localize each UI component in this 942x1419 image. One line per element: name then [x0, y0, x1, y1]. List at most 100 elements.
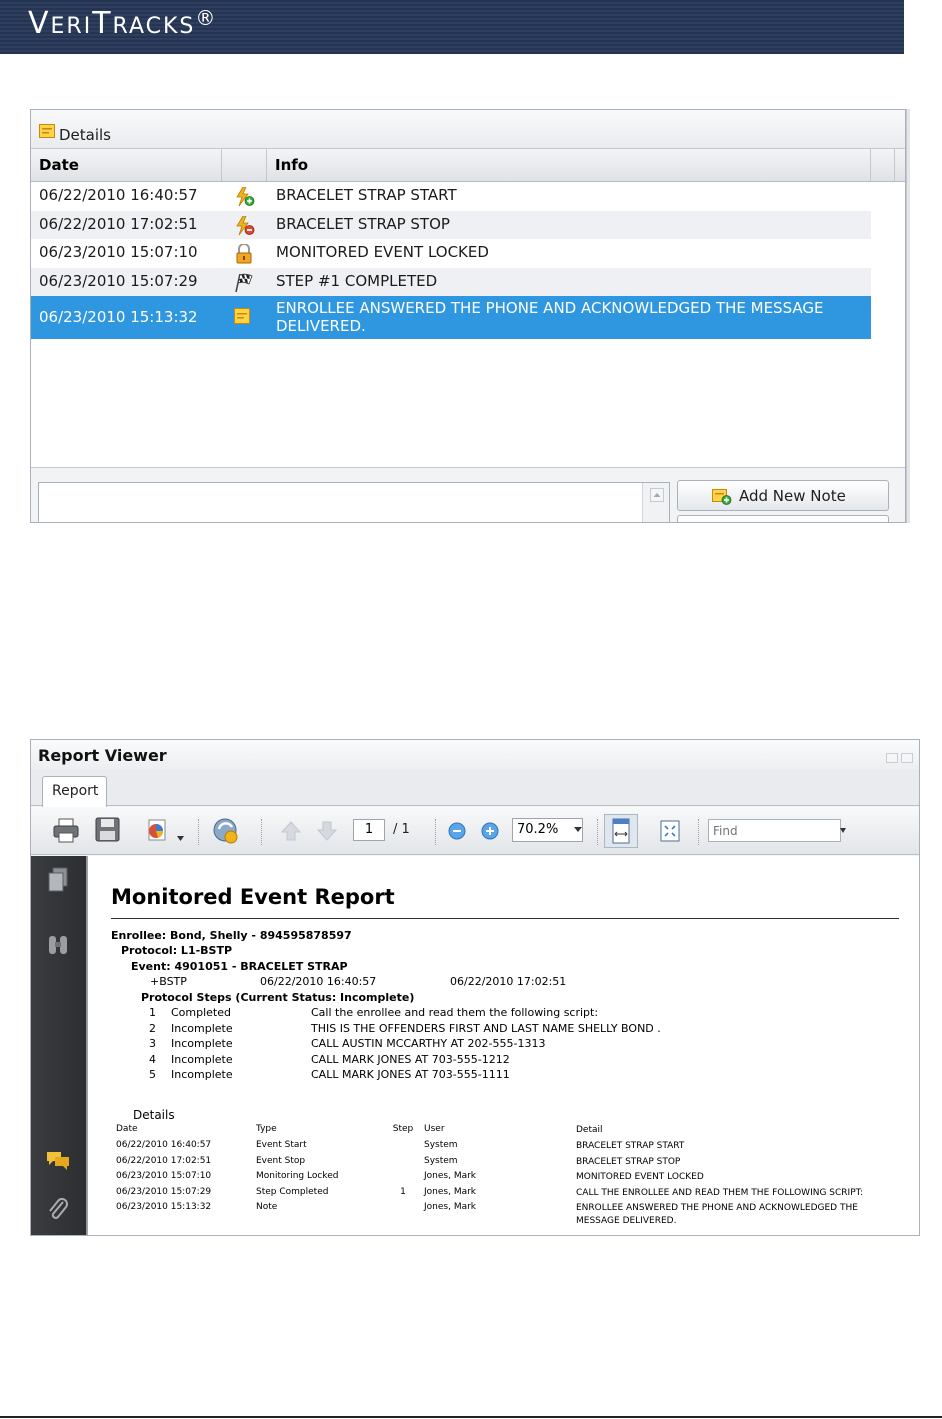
cell-date: 06/23/2010 15:07:10	[116, 1171, 212, 1181]
cell-detail: CALL THE ENROLLEE AND READ THEM THE FOLL…	[576, 1187, 864, 1198]
details-col-user: User	[424, 1124, 445, 1134]
details-row-selected[interactable]: 06/23/2010 15:13:32 ENROLLEE ANSWERED TH…	[31, 296, 871, 339]
whole-page-icon[interactable]	[658, 819, 682, 849]
cell-detail: BRACELET STRAP START	[576, 1141, 685, 1151]
details-panel: Details Date Info 06/22/2010 16:40:57 BR…	[30, 109, 906, 523]
details-table-header: Date Type Step User Detail	[116, 1124, 906, 1140]
toolbar-separator	[435, 819, 437, 845]
row-info: BRACELET STRAP START	[276, 186, 457, 204]
attachment-paperclip-icon[interactable]	[45, 1196, 71, 1224]
details-table-row: 06/23/2010 15:07:10 Monitoring Locked Jo…	[116, 1171, 906, 1187]
step-status: Incomplete	[171, 1037, 233, 1050]
column-header-scroll-spacer	[871, 149, 895, 181]
toolbar-separator	[698, 819, 700, 845]
zoom-select[interactable]: 70.2%	[512, 818, 583, 842]
cell-user: Jones, Mark	[424, 1186, 477, 1197]
step-text: THIS IS THE OFFENDERS FIRST AND LAST NAM…	[311, 1021, 661, 1035]
row-info: BRACELET STRAP STOP	[276, 214, 450, 233]
cell-user: System	[424, 1140, 458, 1150]
note-icon	[39, 123, 55, 142]
current-page-input[interactable]: 1	[353, 819, 385, 841]
search-binoculars-icon[interactable]	[45, 932, 71, 960]
refresh-icon[interactable]	[211, 816, 241, 846]
step-number: 3	[149, 1037, 156, 1050]
export-dropdown-arrow-icon[interactable]	[177, 826, 184, 856]
details-col-step: Step	[392, 1124, 414, 1134]
details-col-date: Date	[116, 1124, 138, 1134]
report-enrollee: Enrollee: Bond, Shelly - 894595878597	[111, 929, 352, 942]
details-col-detail: Detail	[576, 1125, 603, 1135]
print-icon[interactable]	[51, 816, 81, 846]
details-row[interactable]: 06/23/2010 15:07:10 MONITORED EVENT LOCK…	[31, 239, 871, 268]
details-row[interactable]: 06/23/2010 15:07:29 STEP #1 COMPLETED	[31, 267, 871, 296]
report-event: Event: 4901051 - BRACELET STRAP	[131, 960, 348, 973]
export-icon[interactable]	[145, 816, 175, 846]
report-toolbar: 1 / 1 70.2%	[31, 807, 919, 855]
save-icon[interactable]	[94, 816, 122, 846]
page-footer-rule	[0, 1416, 942, 1418]
zoom-in-icon[interactable]	[480, 821, 500, 851]
add-new-note-label: Add New Note	[739, 487, 846, 505]
row-date: 06/22/2010 17:02:51	[39, 214, 198, 233]
step-number: 1	[149, 1006, 156, 1019]
row-info: ENROLLEE ANSWERED THE PHONE AND ACKNOWLE…	[276, 299, 824, 335]
step-number: 5	[149, 1068, 156, 1081]
add-new-note-button[interactable]: Add New Note	[677, 480, 889, 511]
details-table-row: 06/22/2010 17:02:51 Event Stop System BR…	[116, 1156, 906, 1172]
column-header-info[interactable]: Info	[267, 149, 871, 181]
row-info: STEP #1 COMPLETED	[276, 271, 438, 290]
previous-page-icon[interactable]	[279, 820, 303, 850]
report-event-end: 06/22/2010 17:02:51	[450, 975, 567, 988]
toolbar-separator	[261, 819, 263, 845]
checkered-flag-icon	[234, 273, 254, 293]
next-page-icon[interactable]	[315, 820, 339, 850]
second-action-button[interactable]	[677, 515, 889, 522]
cell-type: Note	[256, 1202, 278, 1212]
details-grid-header: Date Info	[31, 149, 905, 182]
zoom-dropdown-arrow-icon[interactable]	[574, 827, 582, 832]
cell-date: 06/22/2010 17:02:51	[116, 1155, 212, 1166]
veritracks-logo-banner: VERITRACKS®	[0, 0, 904, 54]
note-input-scrollbar[interactable]	[642, 483, 669, 522]
details-row[interactable]: 06/22/2010 16:40:57 BRACELET STRAP START	[31, 182, 871, 211]
report-details-table: Date Type Step User Detail 06/22/2010 16…	[116, 1124, 906, 1230]
zoom-out-icon[interactable]	[447, 821, 467, 851]
find-input[interactable]	[708, 819, 841, 842]
row-date: 06/22/2010 16:40:57	[39, 186, 198, 204]
column-header-date[interactable]: Date	[31, 149, 222, 181]
row-date: 06/23/2010 15:07:29	[39, 271, 198, 290]
step-status: Completed	[171, 1006, 231, 1019]
cell-date: 06/23/2010 15:13:32	[116, 1202, 212, 1212]
report-tabstrip: Report	[31, 770, 919, 807]
step-text: Call the enrollee and read them the foll…	[311, 1006, 599, 1019]
bracelet-strap-start-icon	[234, 186, 255, 207]
details-row[interactable]: 06/22/2010 17:02:51 BRACELET STRAP STOP	[31, 210, 871, 239]
report-viewer-window: Report Viewer Report 1 / 1 70.2% Find Mo…	[30, 739, 920, 1236]
maximize-icon[interactable]	[901, 753, 913, 763]
step-status: Incomplete	[171, 1021, 233, 1035]
report-title: Monitored Event Report	[111, 885, 395, 909]
pages-icon[interactable]	[45, 866, 71, 894]
find-dropdown-arrow-icon[interactable]	[840, 828, 846, 833]
report-viewer-title: Report Viewer	[38, 746, 167, 765]
step-text: CALL AUSTIN MCCARTHY AT 202-555-1313	[311, 1037, 546, 1050]
column-header-icon[interactable]	[222, 149, 267, 181]
cell-type: Step Completed	[256, 1186, 329, 1197]
report-title-rule	[111, 918, 899, 919]
row-date: 06/23/2010 15:13:32	[39, 308, 198, 326]
note-input[interactable]	[38, 482, 670, 522]
cell-detail: ENROLLEE ANSWERED THE PHONE AND ACKNOWLE…	[576, 1203, 858, 1226]
cell-user: Jones, Mark	[424, 1202, 477, 1212]
step-status: Incomplete	[171, 1052, 233, 1066]
bracelet-strap-stop-icon	[234, 215, 255, 236]
step-text: CALL MARK JONES AT 703-555-1212	[311, 1052, 510, 1066]
page-width-icon[interactable]	[604, 814, 638, 848]
comments-icon[interactable]	[45, 1146, 71, 1174]
report-sidebar	[31, 856, 86, 1235]
scroll-up-arrow-icon[interactable]	[650, 487, 664, 502]
cell-date: 06/22/2010 16:40:57	[116, 1140, 212, 1150]
step-text: CALL MARK JONES AT 703-555-1111	[311, 1068, 510, 1081]
page-total: / 1	[393, 822, 410, 837]
minimize-icon[interactable]	[886, 753, 898, 763]
tab-report[interactable]: Report	[42, 776, 107, 807]
